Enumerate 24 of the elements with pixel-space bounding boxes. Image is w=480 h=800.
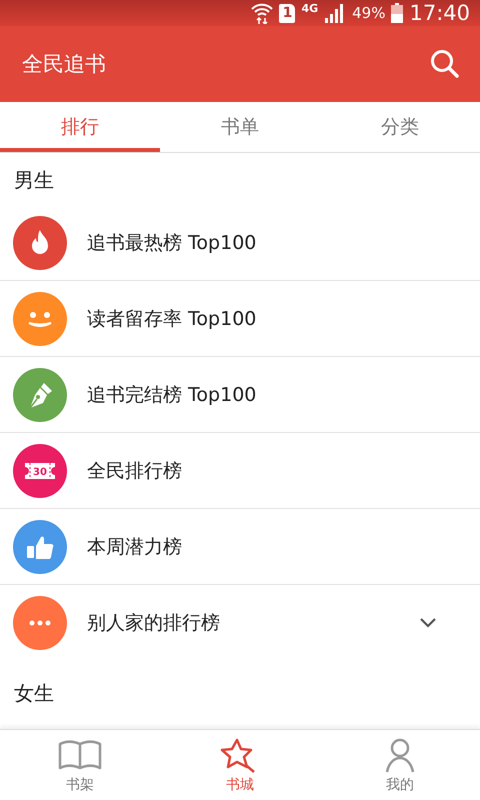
nav-tab[interactable]: 书城 bbox=[160, 730, 320, 800]
wifi-icon bbox=[251, 2, 274, 24]
section-header: 男生 bbox=[13, 166, 55, 194]
tab[interactable]: 书单 bbox=[160, 102, 320, 152]
network-type: 4G bbox=[301, 2, 318, 15]
ranking-list-item[interactable]: 追书完结榜 Top100 bbox=[0, 357, 480, 433]
ranking-list-item[interactable]: 30 全民排行榜 bbox=[0, 433, 480, 509]
search-icon[interactable] bbox=[430, 49, 460, 79]
chevron-down-icon[interactable] bbox=[419, 617, 437, 629]
ranking-list-item[interactable]: 本周潜力榜 bbox=[0, 509, 480, 585]
ranking-list-item[interactable]: 读者留存率 Top100 bbox=[0, 281, 480, 357]
app-title: 全民追书 bbox=[22, 51, 106, 78]
sim-icon: 1 bbox=[279, 4, 296, 22]
tab[interactable]: 分类 bbox=[320, 102, 480, 152]
battery-icon bbox=[391, 3, 404, 23]
clock: 17:40 bbox=[409, 1, 470, 25]
nav-tab[interactable]: 我的 bbox=[320, 730, 480, 800]
ticket-icon: 30 bbox=[13, 444, 67, 498]
ranking-list-item[interactable]: 追书最热榜 Top100 bbox=[0, 205, 480, 281]
nav-tab[interactable]: 书架 bbox=[0, 730, 160, 800]
battery-percent: 49% bbox=[352, 4, 386, 22]
section-header: 女生 bbox=[13, 680, 55, 706]
tab[interactable]: 排行 bbox=[0, 102, 160, 152]
ranking-list-item[interactable]: 别人家的排行榜 bbox=[0, 585, 480, 661]
